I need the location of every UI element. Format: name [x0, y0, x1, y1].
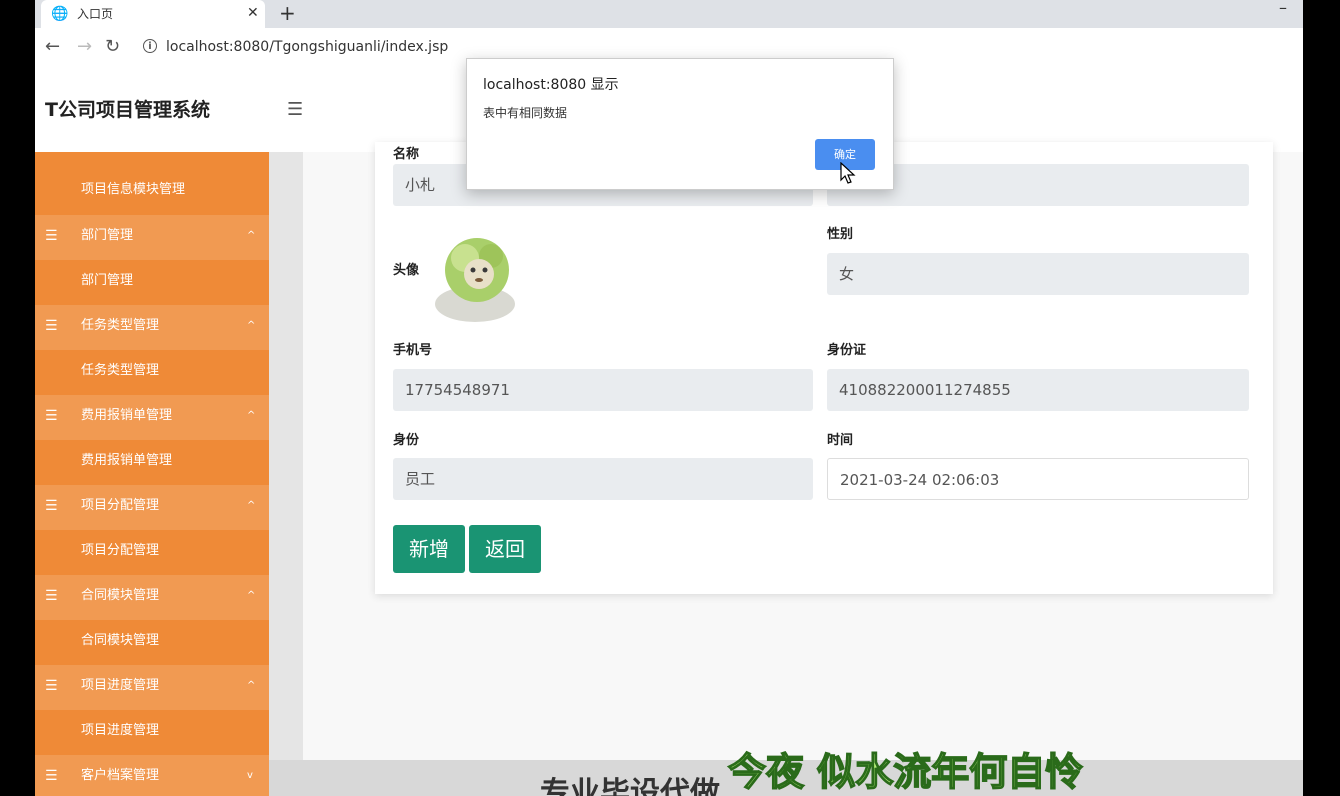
caret-icon: ^ [247, 680, 256, 691]
main-content: 名称 小札 222 头像 性别 女 手机号 17754548971 [303, 142, 1303, 760]
avatar-image [435, 238, 515, 322]
app-title: T公司项目管理系统 [45, 99, 210, 121]
reload-icon[interactable]: ↻ [105, 37, 120, 57]
sidebar-group-contract[interactable]: ☰ 合同模块管理 ^ [35, 575, 269, 620]
minimize-button[interactable]: – [1279, 0, 1287, 16]
list-icon: ☰ [45, 678, 58, 694]
forward-arrow-icon[interactable]: → [77, 37, 92, 57]
sidebar-item-task-type[interactable]: 任务类型管理 [35, 350, 269, 395]
sidebar-item-label: 项目进度管理 [81, 678, 160, 693]
tab-strip: 🌐 入口页 ✕ + – [35, 0, 1303, 28]
add-button[interactable]: 新增 [393, 525, 465, 573]
alert-title: localhost:8080 显示 [483, 77, 619, 93]
sidebar-group-customer[interactable]: ☰ 客户档案管理 v [35, 755, 269, 796]
sidebar-item-label: 项目进度管理 [81, 723, 160, 738]
video-caption: 今夜 似水流年何自怜 [727, 749, 1084, 795]
sidebar-group-progress[interactable]: ☰ 项目进度管理 ^ [35, 665, 269, 710]
screen: 🌐 入口页 ✕ + – ← → ↻ i localhost:8080/Tgong… [0, 0, 1340, 796]
sidebar-item-label: 项目信息模块管理 [81, 182, 186, 197]
tab-close-icon[interactable]: ✕ [247, 5, 259, 21]
phone-input[interactable]: 17754548971 [393, 369, 813, 411]
sidebar-item-label: 部门管理 [81, 273, 134, 288]
browser-tab[interactable]: 🌐 入口页 ✕ [41, 0, 265, 28]
sidebar-item-progress[interactable]: 项目进度管理 [35, 710, 269, 755]
list-icon: ☰ [45, 228, 58, 244]
gender-input[interactable]: 女 [827, 253, 1249, 295]
sidebar-group-department[interactable]: ☰ 部门管理 ^ [35, 215, 269, 260]
name-label: 名称 [393, 147, 420, 162]
caret-icon: ^ [247, 590, 256, 601]
alert-message: 表中有相同数据 [483, 106, 568, 120]
list-icon: ☰ [45, 768, 58, 784]
sidebar-item-label: 项目分配管理 [81, 543, 160, 558]
sidebar-item-label: 合同模块管理 [81, 588, 160, 603]
caret-icon: v [247, 770, 253, 781]
sidebar-item-label: 合同模块管理 [81, 633, 160, 648]
sidebar-item-label: 客户档案管理 [81, 768, 160, 783]
role-label: 身份 [393, 433, 420, 448]
sidebar-item-contract[interactable]: 合同模块管理 [35, 620, 269, 665]
phone-label: 手机号 [393, 343, 433, 358]
mouse-cursor-icon [840, 162, 856, 184]
idcard-label: 身份证 [827, 343, 867, 358]
sidebar-item-project-info[interactable]: 项目信息模块管理 [35, 169, 269, 214]
sidebar-item-label: 项目分配管理 [81, 498, 160, 513]
idcard-input[interactable]: 410882200011274855 [827, 369, 1249, 411]
tab-title: 入口页 [77, 7, 114, 21]
back-arrow-icon[interactable]: ← [45, 37, 60, 57]
caret-icon: ^ [247, 230, 256, 241]
new-tab-button[interactable]: + [279, 2, 296, 24]
list-icon: ☰ [45, 498, 58, 514]
form-card: 名称 小札 222 头像 性别 女 手机号 17754548971 [375, 142, 1273, 594]
list-icon: ☰ [45, 588, 58, 604]
hamburger-menu-icon[interactable]: ☰ [287, 100, 303, 120]
list-icon: ☰ [45, 318, 58, 334]
back-button[interactable]: 返回 [469, 525, 541, 573]
footer-watermark-text: 专业毕设代做 [540, 776, 720, 796]
sidebar-item-label: 任务类型管理 [81, 318, 160, 333]
content-gutter [269, 152, 303, 796]
alert-dialog: localhost:8080 显示 表中有相同数据 确定 [466, 58, 894, 190]
caret-icon: ^ [247, 410, 256, 421]
time-label: 时间 [827, 433, 854, 448]
sidebar-group-project-assign[interactable]: ☰ 项目分配管理 ^ [35, 485, 269, 530]
sidebar-item-department[interactable]: 部门管理 [35, 260, 269, 305]
sidebar-item-label: 费用报销单管理 [81, 453, 173, 468]
list-icon: ☰ [45, 408, 58, 424]
avatar-label: 头像 [393, 263, 420, 278]
sidebar-item-label: 部门管理 [81, 228, 134, 243]
gender-label: 性别 [827, 227, 854, 242]
sidebar-group-task-type[interactable]: ☰ 任务类型管理 ^ [35, 305, 269, 350]
globe-icon: 🌐 [51, 6, 69, 22]
role-input[interactable]: 员工 [393, 458, 813, 500]
caret-icon: ^ [247, 500, 256, 511]
sidebar-group-expense[interactable]: ☰ 费用报销单管理 ^ [35, 395, 269, 440]
caret-icon: ^ [247, 320, 256, 331]
info-icon[interactable]: i [143, 39, 157, 53]
url-field[interactable]: localhost:8080/Tgongshiguanli/index.jsp [166, 38, 448, 56]
sidebar-item-label: 任务类型管理 [81, 363, 160, 378]
sidebar: 项目信息模块管理 ☰ 部门管理 ^ 部门管理 ☰ 任务类型管理 ^ 任务类型管理… [35, 152, 269, 796]
sidebar-item-expense[interactable]: 费用报销单管理 [35, 440, 269, 485]
time-input[interactable]: 2021-03-24 02:06:03 [827, 458, 1249, 500]
sidebar-item-project-assign[interactable]: 项目分配管理 [35, 530, 269, 575]
sidebar-item-label: 费用报销单管理 [81, 408, 173, 423]
